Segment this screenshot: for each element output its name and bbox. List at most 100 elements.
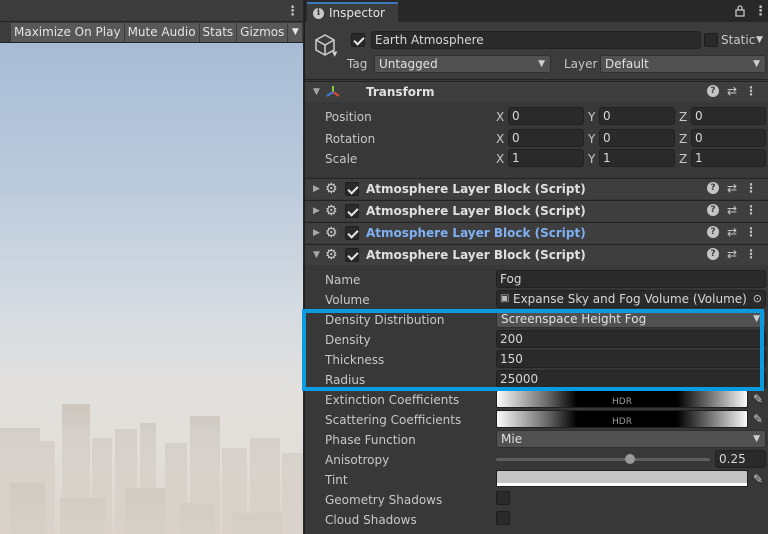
more-vertical-icon[interactable]: ⋮ xyxy=(754,5,767,18)
gizmos-button[interactable]: Gizmos xyxy=(237,22,288,42)
more-vertical-icon[interactable]: ⋮ xyxy=(745,248,757,260)
volume-object-field[interactable]: ▣ Expanse Sky and Fog Volume (Volume) ⊙ xyxy=(496,290,766,308)
cloud-shadows-checkbox[interactable] xyxy=(496,511,510,525)
component-header-2[interactable]: ▶ ⚙ Atmosphere Layer Block (Script) ? ⇄ … xyxy=(305,200,768,221)
stats-button[interactable]: Stats xyxy=(199,22,237,42)
radius-field[interactable]: 25000 xyxy=(496,370,766,388)
mute-audio-button[interactable]: Mute Audio xyxy=(124,22,199,42)
object-picker-icon[interactable]: ⊙ xyxy=(753,291,762,307)
game-viewport[interactable] xyxy=(0,43,303,534)
presets-icon[interactable]: ⇄ xyxy=(727,248,737,260)
foldout-arrow-icon[interactable]: ▶ xyxy=(313,228,320,238)
more-vertical-icon[interactable]: ⋮ xyxy=(745,226,757,238)
component-enabled-checkbox[interactable] xyxy=(345,182,359,196)
component-header-3[interactable]: ▶ ⚙ Atmosphere Layer Block (Script) ? ⇄ … xyxy=(305,222,768,243)
scale-x-field[interactable]: 1 xyxy=(508,149,584,167)
inspector-panel: i Inspector ⋮ ▼ Earth Atmosphere Static … xyxy=(304,0,768,534)
rotation-z-field[interactable]: 0 xyxy=(691,129,766,147)
density-distribution-value: Screenspace Height Fog xyxy=(501,312,647,326)
scale-z-field[interactable]: 1 xyxy=(691,149,766,167)
tag-dropdown[interactable]: Untagged ▼ xyxy=(374,55,551,73)
foldout-arrow-icon[interactable]: ▼ xyxy=(313,87,320,97)
component-header-1[interactable]: ▶ ⚙ Atmosphere Layer Block (Script) ? ⇄ … xyxy=(305,178,768,199)
density-distribution-label: Density Distribution xyxy=(325,313,445,327)
gizmos-dropdown-arrow-icon[interactable]: ▼ xyxy=(288,22,303,42)
axis-z-label: Z xyxy=(679,152,688,166)
gameobject-active-checkbox[interactable] xyxy=(351,33,365,47)
anisotropy-slider-thumb[interactable] xyxy=(624,454,635,464)
component-tools: ? ⇄ ⋮ xyxy=(706,226,757,238)
axis-y-label: Y xyxy=(588,132,596,146)
eyedropper-icon[interactable]: ✎ xyxy=(753,472,765,486)
component-title: Atmosphere Layer Block (Script) xyxy=(366,204,586,218)
position-x-field[interactable]: 0 xyxy=(508,107,584,125)
eyedropper-icon[interactable]: ✎ xyxy=(753,392,765,406)
density-field[interactable]: 200 xyxy=(496,330,766,348)
name-field[interactable]: Fog xyxy=(496,270,766,288)
layer-dropdown[interactable]: Default ▼ xyxy=(600,55,766,73)
position-z-field[interactable]: 0 xyxy=(691,107,766,125)
foldout-arrow-icon[interactable]: ▶ xyxy=(313,184,320,194)
transform-tools: ? ⇄ ⋮ xyxy=(706,85,757,97)
help-icon[interactable]: ? xyxy=(706,248,719,260)
anisotropy-slider-track[interactable] xyxy=(496,458,710,461)
scattering-hdr-color-field[interactable]: HDR xyxy=(496,410,748,428)
thickness-field[interactable]: 150 xyxy=(496,350,766,368)
tint-color-field[interactable] xyxy=(496,470,748,487)
scale-y-field[interactable]: 1 xyxy=(599,149,675,167)
help-icon[interactable]: ? xyxy=(706,85,719,97)
tag-label: Tag xyxy=(347,57,368,71)
info-icon: i xyxy=(313,7,324,19)
more-vertical-icon[interactable]: ⋮ xyxy=(745,204,757,216)
presets-icon[interactable]: ⇄ xyxy=(727,182,737,194)
script-gear-icon: ⚙ xyxy=(325,225,338,241)
volume-icon: ▣ xyxy=(500,293,510,304)
axis-z-label: Z xyxy=(679,132,688,146)
component-enabled-checkbox[interactable] xyxy=(345,204,359,218)
static-checkbox[interactable] xyxy=(704,33,718,47)
static-label: Static xyxy=(721,33,756,47)
foldout-arrow-icon[interactable]: ▼ xyxy=(313,250,320,260)
lock-icon[interactable] xyxy=(735,5,745,17)
static-dropdown-arrow-icon[interactable]: ▼ xyxy=(756,35,763,45)
axis-y-label: Y xyxy=(588,152,596,166)
game-view-panel: ⋮ Maximize On Play Mute Audio Stats Gizm… xyxy=(0,0,303,534)
extinction-hdr-color-field[interactable]: HDR xyxy=(496,390,748,408)
help-icon[interactable]: ? xyxy=(706,226,719,238)
eyedropper-icon[interactable]: ✎ xyxy=(753,412,765,426)
density-label: Density xyxy=(325,333,371,347)
transform-axes-icon xyxy=(326,86,340,97)
rotation-y-field[interactable]: 0 xyxy=(599,129,675,147)
gameobject-name-field[interactable]: Earth Atmosphere xyxy=(371,31,701,49)
component-header-4[interactable]: ▼ ⚙ Atmosphere Layer Block (Script) ? ⇄ … xyxy=(305,244,768,265)
more-vertical-icon[interactable]: ⋮ xyxy=(745,85,757,97)
maximize-on-play-button[interactable]: Maximize On Play xyxy=(11,22,124,42)
gameobject-header: ▼ Earth Atmosphere Static ▼ Tag Untagged… xyxy=(305,22,768,80)
transform-header[interactable]: ▼ Transform ? ⇄ ⋮ xyxy=(305,81,768,102)
more-vertical-icon[interactable]: ⋮ xyxy=(745,182,757,194)
volume-value: Expanse Sky and Fog Volume (Volume) xyxy=(513,292,747,306)
axis-z-label: Z xyxy=(679,110,688,124)
foldout-arrow-icon[interactable]: ▶ xyxy=(313,206,320,216)
icon-dropdown-arrow-icon[interactable]: ▼ xyxy=(332,50,337,58)
dropdown-arrow-icon: ▼ xyxy=(753,314,760,324)
tab-inspector[interactable]: i Inspector xyxy=(307,2,398,22)
density-distribution-dropdown[interactable]: Screenspace Height Fog ▼ xyxy=(496,310,766,328)
position-y-field[interactable]: 0 xyxy=(599,107,675,125)
rotation-x-field[interactable]: 0 xyxy=(508,129,584,147)
anisotropy-field[interactable]: 0.25 xyxy=(715,450,766,468)
presets-icon[interactable]: ⇄ xyxy=(727,226,737,238)
presets-icon[interactable]: ⇄ xyxy=(727,85,737,97)
help-icon[interactable]: ? xyxy=(706,204,719,216)
component-title-selected: Atmosphere Layer Block (Script) xyxy=(366,226,586,240)
rotation-label: Rotation xyxy=(325,132,376,146)
geometry-shadows-checkbox[interactable] xyxy=(496,491,510,505)
more-vertical-icon[interactable]: ⋮ xyxy=(286,5,299,18)
presets-icon[interactable]: ⇄ xyxy=(727,204,737,216)
radius-label: Radius xyxy=(325,373,366,387)
help-icon[interactable]: ? xyxy=(706,182,719,194)
phase-function-dropdown[interactable]: Mie ▼ xyxy=(496,430,766,448)
dropdown-arrow-icon: ▼ xyxy=(538,59,545,69)
component-enabled-checkbox[interactable] xyxy=(345,226,359,240)
component-enabled-checkbox[interactable] xyxy=(345,248,359,262)
